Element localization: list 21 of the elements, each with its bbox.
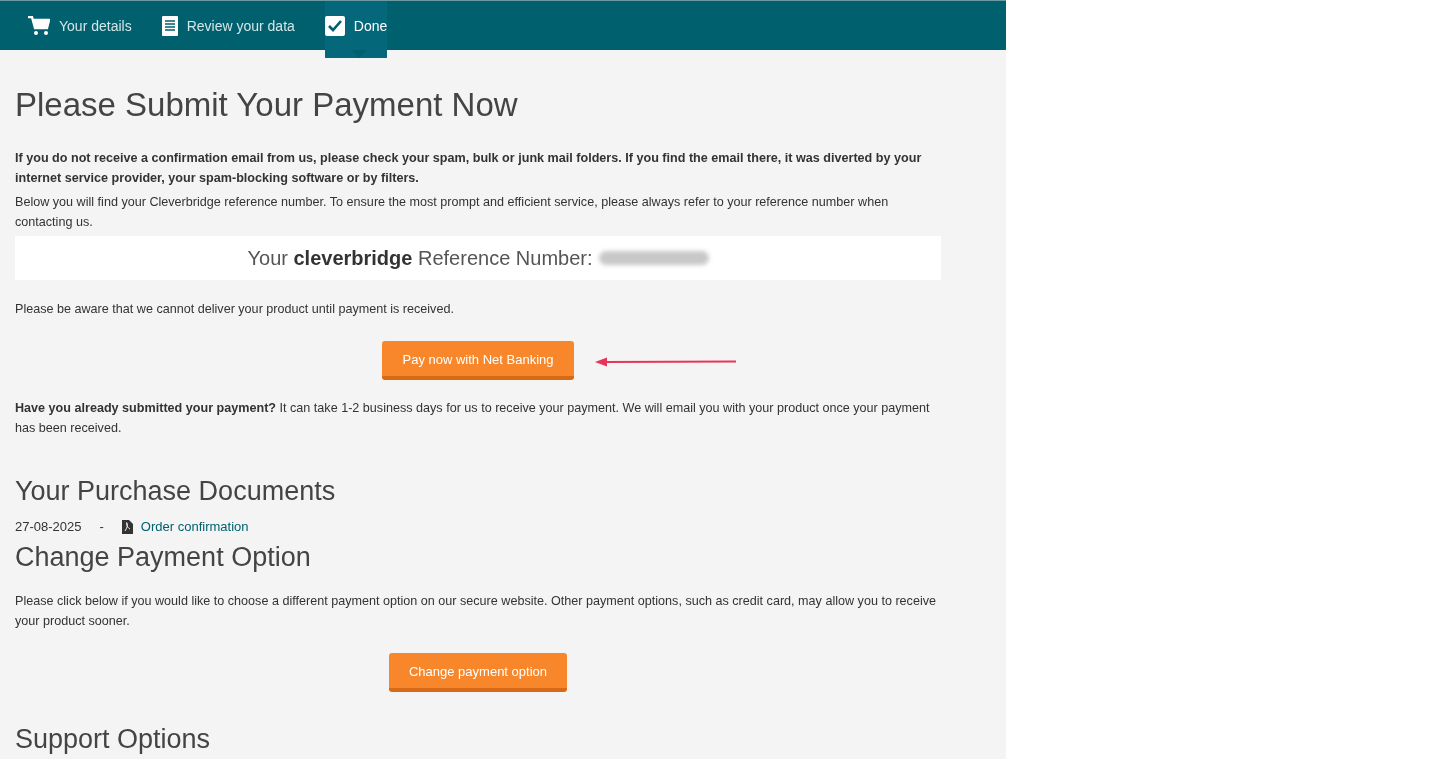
document-date: 27-08-2025 <box>15 519 82 534</box>
change-payment-text: Please click below if you would like to choose a different payment option on our secure website. Other payment options, such as credit card, may allow you to receive your product sooner. <box>15 593 937 630</box>
pdf-icon <box>121 519 133 534</box>
order-confirmation-link[interactable]: Order confirmation <box>140 519 249 534</box>
document-icon <box>161 15 178 36</box>
reference-label: Your cleverbridge Reference Number: <box>247 246 593 270</box>
cart-icon <box>28 15 50 36</box>
step-tab[interactable]: Review your data <box>161 1 295 58</box>
support-heading: Support Options <box>15 724 212 755</box>
separator: - <box>99 519 104 534</box>
checkbox-icon <box>324 15 345 36</box>
selection-pointer-icon <box>350 50 367 58</box>
step-tab[interactable]: Done <box>324 1 388 58</box>
page-title: Please Submit Your Payment Now <box>15 86 519 124</box>
delivery-note: Please be aware that we cannot deliver your product until payment is received. <box>15 301 455 318</box>
documents-heading: Your Purchase Documents <box>15 476 337 507</box>
reference-intro: Below you will find your Cleverbridge reference number. To ensure the most prompt and efficient service, please always refer to your reference number when contacting us. <box>15 194 890 231</box>
change-payment-heading: Change Payment Option <box>15 542 312 573</box>
notice-text: If you do not receive a confirmation email from us, please check your spam, bulk or junk mail folders. If you find the email there, it was diverted by your internet service provider, your spam-blocking software or by filters. <box>15 150 923 187</box>
step-tab[interactable]: Your details <box>28 1 132 58</box>
submitted-note: Have you already submitted your payment? It can take 1-2 business days for us to receive your payment. We will email you with your product once your payment has been received. <box>15 400 931 437</box>
